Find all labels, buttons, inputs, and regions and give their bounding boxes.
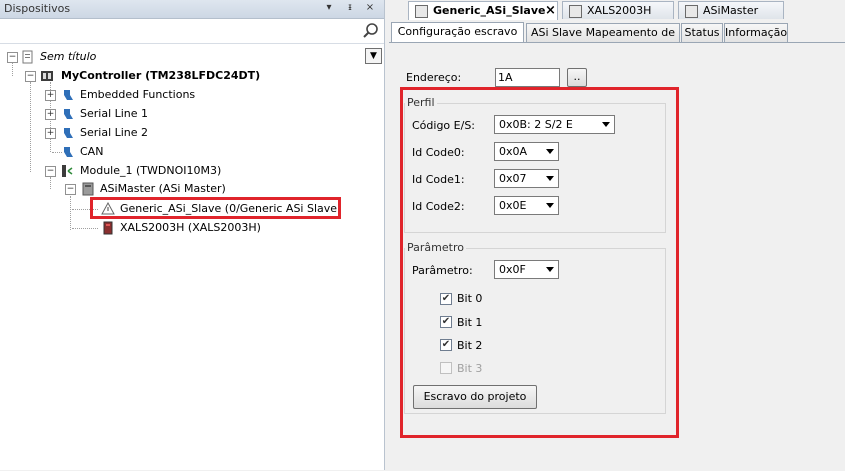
tree-item-serial1[interactable]: Serial Line 1 <box>80 104 148 123</box>
address-input[interactable]: 1A <box>495 68 560 87</box>
controller-icon <box>41 71 53 81</box>
tab-label: XALS2003H <box>587 4 652 17</box>
subtab-information[interactable]: Informação <box>724 23 788 42</box>
tab-xals2003h[interactable]: XALS2003H <box>562 1 674 19</box>
devices-panel-header: Dispositivos ▾ ᵻ × <box>0 0 384 19</box>
device-tab-icon <box>569 5 582 18</box>
asi-master-icon <box>82 182 94 196</box>
close-icon[interactable]: × <box>545 3 556 18</box>
serial-line-icon <box>64 128 73 138</box>
subtab-config[interactable]: Configuração escravo ASi <box>391 22 524 55</box>
tab-label: ASiMaster <box>703 4 759 17</box>
xals-device-icon <box>103 221 113 235</box>
can-icon <box>64 147 73 157</box>
serial-line-icon <box>64 109 73 119</box>
project-icon <box>22 50 33 64</box>
tree-item-controller[interactable]: MyController (TM238LFDC24DT) <box>61 66 260 85</box>
tree-collapse-module[interactable]: − <box>45 166 56 177</box>
devices-panel-title: Dispositivos <box>4 2 71 15</box>
embedded-functions-icon <box>64 90 73 100</box>
devices-toolbar <box>0 19 384 44</box>
tree-item-module[interactable]: Module_1 (TWDNOI10M3) <box>80 161 221 180</box>
subtab-status[interactable]: Status <box>681 23 723 42</box>
tree-item-root[interactable]: Sem título <box>40 47 96 66</box>
search-icon[interactable] <box>362 22 380 40</box>
chevron-down-icon[interactable]: ▾ <box>323 2 335 14</box>
devices-panel: Dispositivos ▾ ᵻ × ▼ − Sem título − MyCo… <box>0 0 385 470</box>
tree-expand-serial2[interactable]: + <box>45 128 56 139</box>
tree-menu-dropdown-button[interactable]: ▼ <box>365 48 382 64</box>
tree-collapse-controller[interactable]: − <box>25 71 36 82</box>
device-tab-icon <box>685 5 698 18</box>
tree-item-serial2[interactable]: Serial Line 2 <box>80 123 148 142</box>
close-icon[interactable]: × <box>364 2 376 14</box>
tree-expand-embedded[interactable]: + <box>45 90 56 101</box>
tab-label: Generic_ASi_Slave <box>433 4 546 17</box>
module-icon <box>62 165 73 177</box>
highlight-box-tree <box>90 197 341 219</box>
device-tab-icon <box>415 5 428 18</box>
tree-item-asimaster[interactable]: ASiMaster (ASi Master) <box>100 179 226 198</box>
tree-collapse-asimaster[interactable]: − <box>65 184 76 195</box>
subtab-io-mapping[interactable]: ASi Slave Mapeamento de E/S <box>526 23 680 56</box>
tab-generic-asi-slave[interactable]: Generic_ASi_Slave × <box>408 1 558 20</box>
tree-item-can[interactable]: CAN <box>80 142 103 161</box>
tree-expand-serial1[interactable]: + <box>45 109 56 120</box>
tree-item-xals2003h[interactable]: XALS2003H (XALS2003H) <box>120 218 261 237</box>
tab-asimaster[interactable]: ASiMaster <box>678 1 784 19</box>
highlight-box-config <box>400 87 679 438</box>
tree-item-embedded[interactable]: Embedded Functions <box>80 85 195 104</box>
pin-icon[interactable]: ᵻ <box>344 2 356 14</box>
tree-collapse-root[interactable]: − <box>7 52 18 63</box>
address-label: Endereço: <box>406 71 462 84</box>
address-browse-button[interactable]: .. <box>567 68 587 87</box>
